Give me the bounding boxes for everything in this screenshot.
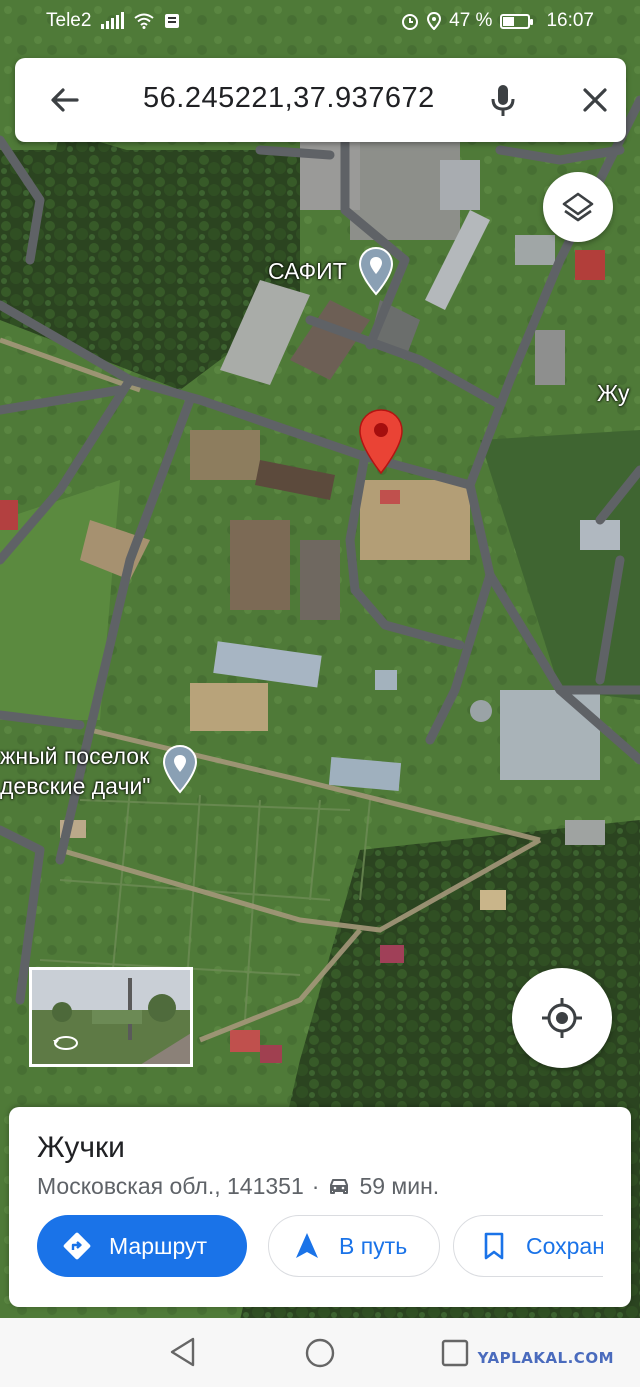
start-navigation-button[interactable]: В путь (268, 1215, 440, 1277)
street-view-image (32, 970, 190, 1064)
arrow-back-icon[interactable] (45, 80, 85, 120)
place-name: Жучки (37, 1131, 125, 1164)
carrier-name: Tele2 (46, 10, 92, 31)
close-icon[interactable] (575, 80, 615, 120)
car-icon (330, 1178, 349, 1194)
status-bar: Tele2 47 % 16:07 (0, 0, 640, 44)
navigation-arrow-icon (296, 1233, 318, 1258)
place-actions: Маршрут В путь Сохран (37, 1215, 603, 1279)
search-query[interactable]: 56.245221,37.937672 (143, 82, 435, 115)
search-bar[interactable]: 56.245221,37.937672 (15, 58, 626, 142)
directions-button[interactable]: Маршрут (37, 1215, 247, 1277)
poi-label-safit[interactable]: САФИТ (268, 258, 347, 285)
directions-icon (63, 1232, 91, 1260)
nav-recents-icon[interactable] (441, 1339, 469, 1367)
drive-time: 59 мин. (359, 1173, 440, 1199)
street-view-thumbnail[interactable] (29, 967, 193, 1067)
my-location-icon (542, 998, 582, 1038)
poi-pin-safit-icon[interactable] (358, 246, 394, 296)
signal-icon (101, 12, 125, 29)
place-details: Московская обл., 141351 · 59 мин. (37, 1173, 439, 1200)
save-label: Сохран (526, 1232, 603, 1259)
notification-icon (165, 14, 180, 28)
save-button[interactable]: Сохран (453, 1215, 603, 1277)
layers-icon (562, 192, 594, 222)
nav-back-icon[interactable] (168, 1336, 198, 1368)
wifi-icon (134, 13, 155, 29)
clock: 16:07 (546, 10, 594, 31)
poi-pin-village-icon[interactable] (162, 744, 198, 794)
place-card[interactable]: Жучки Московская обл., 141351 · 59 мин. … (9, 1107, 631, 1307)
poi-label-village-line1[interactable]: жный поселок (0, 743, 149, 770)
directions-label: Маршрут (109, 1232, 208, 1259)
start-navigation-label: В путь (339, 1232, 408, 1259)
dropped-pin-shape (359, 409, 403, 475)
watermark: YAPLAKAL.COM (477, 1349, 614, 1367)
my-location-button[interactable] (512, 968, 612, 1068)
dropped-pin-icon[interactable] (357, 408, 405, 476)
bookmark-icon (484, 1232, 504, 1260)
battery-percent: 47 % (449, 10, 493, 31)
place-address: Московская обл., 141351 (37, 1173, 304, 1199)
poi-label-village-line2[interactable]: девские дачи" (0, 773, 150, 800)
alarm-icon (402, 14, 419, 30)
nav-home-icon[interactable] (304, 1337, 336, 1369)
map-label-zhu: Жу (597, 380, 630, 406)
layers-button[interactable] (543, 172, 613, 242)
location-icon (427, 12, 442, 30)
battery-icon (500, 13, 534, 29)
street-view-360-icon (53, 1036, 78, 1050)
mic-icon[interactable] (483, 80, 523, 120)
separator-dot: · (311, 1173, 320, 1199)
